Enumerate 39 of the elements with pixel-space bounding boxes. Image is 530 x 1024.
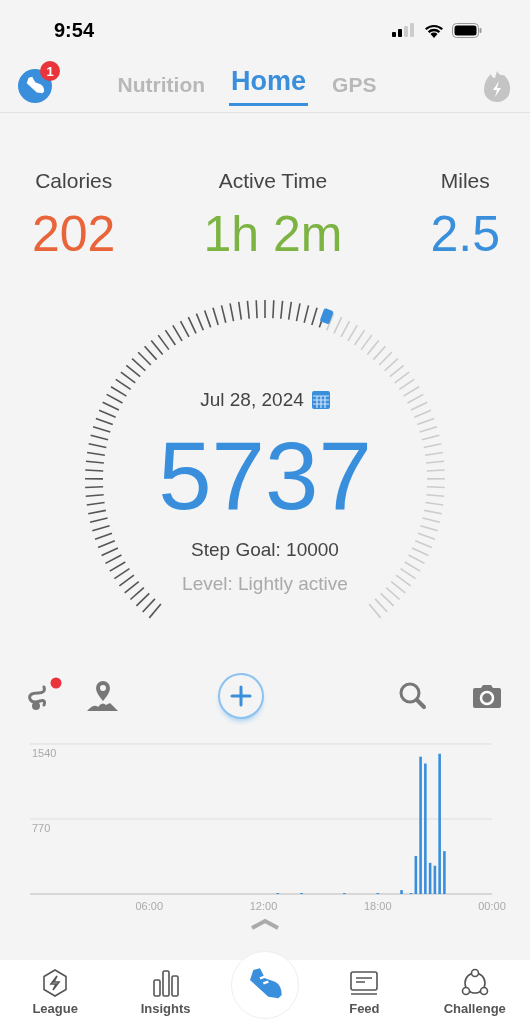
- profile-avatar[interactable]: [18, 69, 52, 103]
- map-pin-icon[interactable]: [86, 679, 120, 713]
- feed-icon: [349, 968, 380, 998]
- x-axis-label: 18:00: [364, 900, 392, 912]
- nav-item[interactable]: Insights: [120, 968, 211, 1016]
- status-time: 9:54: [54, 18, 95, 42]
- step-bar: [443, 851, 446, 894]
- people-circle-icon: [459, 968, 490, 998]
- add-button[interactable]: [218, 673, 264, 719]
- plus-icon: [230, 685, 252, 707]
- camera-icon[interactable]: [472, 683, 502, 709]
- nav-item[interactable]: Feed: [319, 968, 410, 1016]
- y-axis-label: 1540: [32, 747, 57, 759]
- chevron-up-icon[interactable]: [250, 918, 280, 930]
- notification-badge: 1: [40, 61, 60, 81]
- nav-item[interactable]: Challenge: [429, 968, 520, 1016]
- date-label[interactable]: Jul 28, 2024: [200, 389, 304, 411]
- step-bar: [400, 890, 403, 894]
- step-count: 5737: [158, 423, 372, 529]
- nav-item[interactable]: League: [10, 968, 101, 1016]
- signal-icon: [392, 23, 416, 37]
- y-axis-label: 770: [32, 822, 51, 834]
- wifi-icon: [424, 22, 444, 38]
- calendar-icon[interactable]: [311, 391, 330, 409]
- bar-chart-icon: [150, 968, 181, 998]
- stat-value: 1h 2m: [203, 205, 343, 263]
- stat-label: Active Time: [218, 169, 328, 193]
- stat-value: 202: [32, 205, 116, 263]
- x-axis-label: 00:00: [478, 900, 506, 912]
- x-axis-label: 06:00: [135, 900, 163, 912]
- stat-value: 2.5: [430, 205, 500, 263]
- x-axis-label: 12:00: [249, 900, 278, 912]
- stat-label: Miles: [440, 169, 490, 193]
- stat-label: Calories: [35, 169, 113, 193]
- progress-marker[interactable]: [319, 307, 334, 325]
- activity-level: Level: Lightly active: [182, 572, 348, 595]
- step-goal: Step Goal: 10000: [191, 538, 339, 561]
- search-icon[interactable]: [398, 681, 428, 711]
- battery-icon: [452, 22, 482, 38]
